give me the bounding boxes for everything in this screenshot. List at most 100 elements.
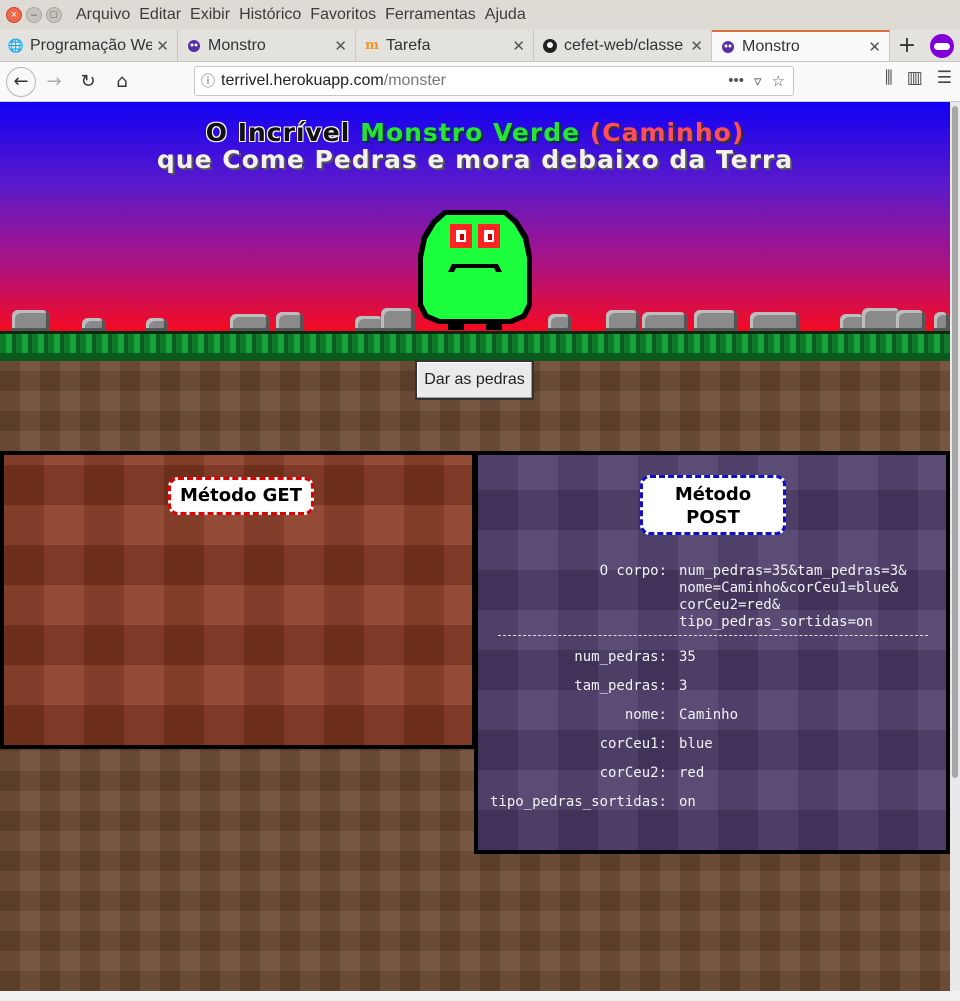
menu-ajuda[interactable]: Ajuda [485, 6, 526, 24]
tab-close-icon[interactable]: ✕ [512, 37, 525, 55]
rock [642, 312, 688, 332]
rock [934, 312, 950, 332]
url-bar[interactable]: ⓘ terrivel.herokuapp.com/monster ••• ▿ ☆ [194, 66, 794, 96]
library-icon[interactable]: ⫼ [885, 68, 893, 88]
give-rocks-button[interactable]: Dar as pedras [415, 360, 534, 400]
tab-tarefa[interactable]: m Tarefa ✕ [356, 30, 534, 61]
page-subtitle: que Come Pedras e mora debaixo da Terra [156, 145, 794, 174]
grass-strip [0, 331, 950, 361]
param-value: blue [679, 736, 713, 752]
navigation-bar: ← → ↻ ⌂ ⓘ terrivel.herokuapp.com/monster… [0, 62, 960, 102]
menu-favoritos[interactable]: Favoritos [310, 6, 376, 24]
param-key: nome: [624, 707, 667, 723]
github-icon [542, 38, 558, 54]
tab-close-icon[interactable]: ✕ [156, 37, 169, 55]
title-incrivel: O Incrível [205, 118, 351, 147]
status-strip [0, 991, 960, 1001]
rock [694, 310, 738, 332]
title-name: (Caminho) [589, 118, 745, 147]
url-path: /monster [383, 72, 446, 89]
param-value: on [679, 794, 696, 810]
param-row: tam_pedras: 3 [478, 672, 946, 701]
tab-label: Monstro [742, 37, 800, 55]
tab-label: Tarefa [386, 36, 431, 54]
param-value: 35 [679, 649, 696, 665]
post-body-value: num_pedras=35&tam_pedras=3& nome=Caminho&… [679, 563, 946, 631]
param-key: corCeu2: [599, 765, 667, 781]
title-monstro-verde: Monstro Verde [360, 118, 581, 147]
url-host: terrivel.herokuapp.com [221, 72, 384, 89]
post-body: O corpo: num_pedras=35&tam_pedras=3& nome… [478, 563, 946, 631]
post-body-line: num_pedras=35&tam_pedras=3& [679, 563, 907, 579]
site-info-icon[interactable]: ⓘ [195, 71, 221, 91]
menu-ferramentas[interactable]: Ferramentas [385, 6, 476, 24]
scrollbar-thumb[interactable] [952, 106, 958, 778]
moodle-icon: m [365, 38, 379, 53]
param-key: tipo_pedras_sortidas: [489, 794, 667, 810]
monster-favicon [720, 39, 736, 55]
tab-monstro-1[interactable]: Monstro ✕ [178, 30, 356, 61]
param-row: num_pedras: 35 [478, 643, 946, 672]
param-row: nome: Caminho [478, 701, 946, 730]
new-tab-icon[interactable]: + [890, 30, 924, 61]
tab-bar: 🌐 Programação We ✕ Monstro ✕ m Tarefa ✕ … [0, 30, 960, 62]
vertical-scrollbar[interactable] [950, 102, 960, 991]
rock [606, 310, 640, 332]
window-close-icon[interactable]: × [6, 7, 22, 23]
post-body-line: corCeu2=red& [679, 597, 781, 613]
menu-bar: × – □ Arquivo Editar Exibir Histórico Fa… [0, 0, 960, 30]
page-actions-icon[interactable]: ••• [728, 72, 744, 90]
window-minimize-icon[interactable]: – [26, 7, 42, 23]
tab-programacao[interactable]: 🌐 Programação We ✕ [0, 30, 178, 61]
tab-cefet-web[interactable]: cefet-web/classe ✕ [534, 30, 712, 61]
param-key: num_pedras: [574, 649, 667, 665]
menu-exibir[interactable]: Exibir [190, 6, 230, 24]
get-panel-title: Método GET [168, 477, 314, 515]
sidebar-icon[interactable]: ▥ [907, 68, 923, 88]
reload-icon[interactable]: ↻ [72, 66, 104, 98]
param-row: corCeu1: blue [478, 730, 946, 759]
back-icon[interactable]: ← [6, 66, 36, 97]
forward-icon[interactable]: → [38, 66, 70, 98]
home-icon[interactable]: ⌂ [106, 66, 138, 98]
rock [381, 308, 415, 332]
globe-icon: 🌐 [7, 37, 25, 53]
post-method-panel: Método POST O corpo: num_pedras=35&tam_p… [474, 451, 950, 854]
rock [230, 314, 270, 332]
window-controls: × – □ [6, 7, 62, 23]
tab-label: Monstro [208, 36, 266, 54]
divider [498, 635, 928, 636]
rock [82, 318, 106, 332]
window-maximize-icon[interactable]: □ [46, 7, 62, 23]
param-key: corCeu1: [599, 736, 667, 752]
monster-favicon [186, 38, 202, 54]
menu-editar[interactable]: Editar [139, 6, 181, 24]
tab-close-icon[interactable]: ✕ [868, 38, 881, 56]
page-content: O Incrível Monstro Verde (Caminho) que C… [0, 102, 950, 991]
pocket-icon[interactable]: ▿ [754, 72, 762, 90]
menu-historico[interactable]: Histórico [239, 6, 301, 24]
param-row: tipo_pedras_sortidas: on [478, 788, 946, 817]
param-row: corCeu2: red [478, 759, 946, 788]
tab-close-icon[interactable]: ✕ [690, 37, 703, 55]
get-method-panel: Método GET [0, 451, 476, 749]
post-body-label: O corpo: [599, 563, 667, 579]
post-body-line: nome=Caminho&corCeu1=blue& [679, 580, 899, 596]
rock [896, 310, 926, 332]
post-body-line: tipo_pedras_sortidas=on [679, 614, 873, 630]
post-panel-title: Método POST [640, 475, 786, 535]
bookmark-star-icon[interactable]: ☆ [772, 72, 785, 90]
tab-label: cefet-web/classe [564, 36, 684, 54]
param-value: 3 [679, 678, 688, 694]
param-key: tam_pedras: [574, 678, 667, 694]
green-monster [418, 210, 532, 330]
hamburger-menu-icon[interactable]: ☰ [937, 68, 952, 88]
param-value: red [679, 765, 705, 781]
tab-close-icon[interactable]: ✕ [334, 37, 347, 55]
tab-label: Programação We [30, 36, 153, 54]
menu-arquivo[interactable]: Arquivo [76, 6, 130, 24]
page-title: O Incrível Monstro Verde (Caminho) [0, 118, 950, 147]
param-value: Caminho [679, 707, 739, 723]
post-param-list: num_pedras: 35 tam_pedras: 3 nome: Camin… [478, 643, 946, 817]
tab-monstro-active[interactable]: Monstro ✕ [712, 30, 890, 61]
